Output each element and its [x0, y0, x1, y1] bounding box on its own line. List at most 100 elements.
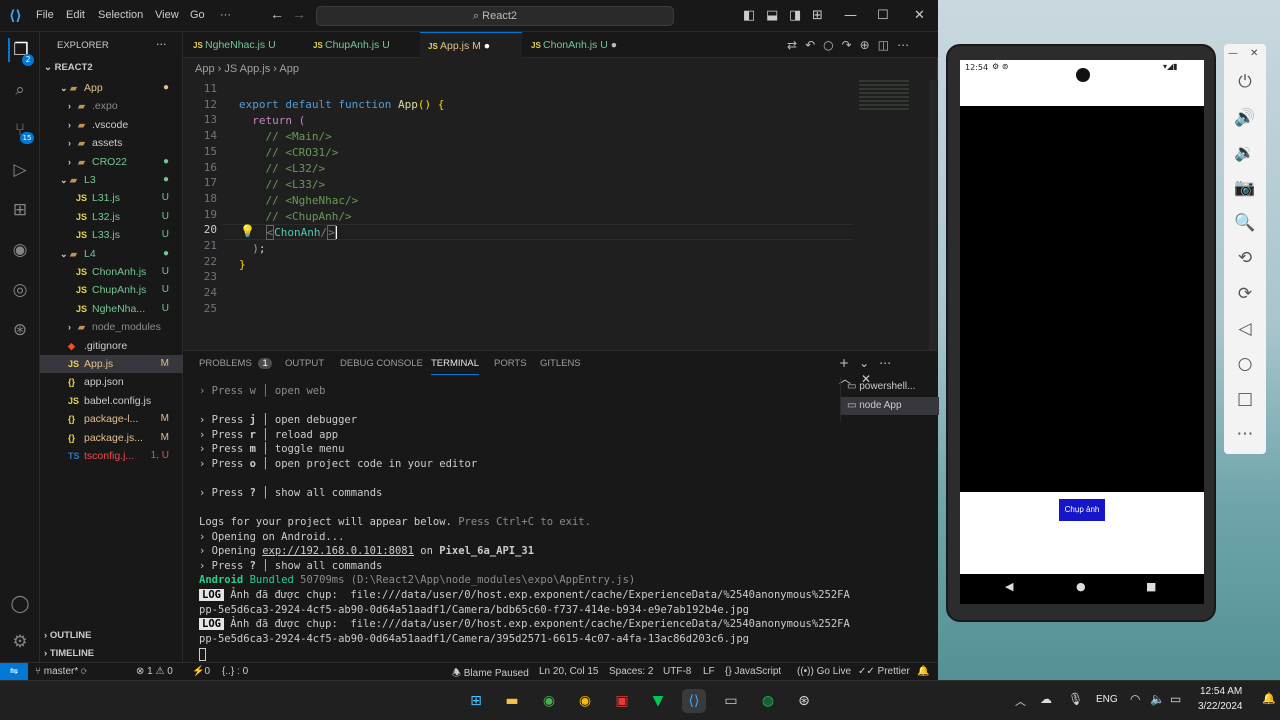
new-terminal-icon[interactable]: + [839, 356, 859, 370]
file-tree-item[interactable]: ▰ › .expo [40, 97, 183, 115]
toggle-secondary-sidebar-icon[interactable]: ◨ [789, 8, 801, 23]
end-of-line[interactable]: LF [703, 666, 715, 677]
chrome-icon[interactable]: ◉ [537, 689, 561, 713]
camera-icon[interactable]: 📷 [1224, 178, 1266, 198]
run-debug-icon[interactable]: ▷ [8, 158, 32, 182]
compare-icon[interactable]: ⇄ [787, 38, 805, 52]
dot-icon[interactable]: ○ [823, 38, 841, 52]
menu-edit[interactable]: Edit [66, 9, 85, 21]
settings-gear-icon[interactable]: ⚙ [8, 630, 32, 654]
file-tree-item[interactable]: {} app.json [40, 373, 183, 391]
volume-down-icon[interactable]: 🔉 [1224, 143, 1266, 163]
language-indicator[interactable]: ENG [1096, 694, 1118, 705]
cursor-position[interactable]: Ln 20, Col 15 [539, 666, 599, 677]
tray-chevron-icon[interactable]: ︿ [1015, 693, 1026, 709]
file-tree-item[interactable]: ▰ ⌄ L3 ● [40, 171, 183, 189]
ports-indicator[interactable]: ⚡0 [192, 666, 210, 677]
notifications-bell-icon[interactable]: 🔔 [917, 666, 929, 677]
language-mode[interactable]: {} JavaScript [725, 666, 781, 677]
power-icon[interactable]: ⏻ [1224, 72, 1266, 92]
breadcrumb-folder[interactable]: App [195, 63, 215, 75]
file-tree-item[interactable]: JS ChonAnh.js U [40, 263, 183, 281]
overview-icon[interactable]: □ [1224, 389, 1266, 409]
workspace-root[interactable]: ⌄ REACT2 [44, 62, 93, 73]
encoding[interactable]: UTF-8 [663, 666, 691, 677]
nav-back-icon[interactable]: ◀ [1005, 580, 1013, 593]
notification-bell-icon[interactable]: 🔔 [1262, 692, 1276, 705]
volume-up-icon[interactable]: 🔊 [1224, 108, 1266, 128]
tab-terminal[interactable]: TERMINAL [431, 358, 480, 375]
vscode-taskbar-icon[interactable]: ⟨⟩ [682, 689, 706, 713]
nav-home-icon[interactable]: ● [1076, 580, 1086, 593]
tab-debug-console[interactable]: DEBUG CONSOLE [340, 358, 423, 369]
chrome-profile-icon[interactable]: ◉ [573, 689, 597, 713]
branch-indicator[interactable]: ⑂ master* ⟳ [35, 666, 87, 677]
back-icon[interactable]: ◁ [1224, 319, 1266, 339]
explorer-more-button[interactable]: ··· [156, 38, 167, 51]
app-icon[interactable]: ▼ [646, 689, 670, 713]
menu-more[interactable]: ··· [220, 9, 231, 21]
file-tree-item[interactable]: JS L33.js U [40, 226, 183, 244]
github-icon[interactable]: ◉ [8, 238, 32, 262]
file-tree-item[interactable]: ▰ › node_modules [40, 318, 183, 336]
terminal-icon[interactable]: ▭ [719, 689, 743, 713]
tab-chupanh[interactable]: JS ChupAnh.js U [313, 32, 418, 58]
file-tree-item[interactable]: TS tsconfig.j... 1, U [40, 447, 183, 465]
tab-chonanh[interactable]: JS ChonAnh.js U ● [531, 32, 641, 58]
file-tree-item[interactable]: ◆ .gitignore [40, 337, 183, 355]
nav-recents-icon[interactable]: ■ [1146, 580, 1156, 593]
indentation[interactable]: Spaces: 2 [609, 666, 653, 677]
file-tree-item[interactable]: JS babel.config.js [40, 392, 183, 410]
wifi-icon[interactable]: ◠ [1130, 692, 1140, 706]
menu-file[interactable]: File [36, 9, 54, 21]
start-menu-icon[interactable]: ⊞ [464, 689, 488, 713]
onedrive-icon[interactable]: ☁ [1040, 692, 1052, 706]
menu-selection[interactable]: Selection [98, 9, 143, 21]
code-editor[interactable]: 11 12 13 14 15 16 17 18 19 20 21 22 23 24 25 export de… [183, 80, 938, 350]
tab-problems[interactable]: PROBLEMS 1 [199, 358, 272, 369]
file-tree-item[interactable]: ▰ › CRO22 ● [40, 153, 183, 171]
toggle-sidebar-icon[interactable]: ◧ [743, 8, 755, 23]
customize-layout-icon[interactable]: ⊞ [812, 8, 823, 23]
file-tree-item[interactable]: ▰ › .vscode [40, 116, 183, 134]
android-studio-icon[interactable]: ⊛ [792, 689, 816, 713]
minimize-button[interactable]: — [844, 8, 857, 23]
chevron-down-icon[interactable]: ⌄ [859, 356, 879, 370]
tab-output[interactable]: OUTPUT [285, 358, 324, 369]
garena-icon[interactable]: ▣ [610, 689, 634, 713]
terminal-list-item[interactable]: ▭ powershell... [847, 381, 915, 392]
tab-app[interactable]: JS App.js M ● [420, 32, 522, 58]
phone-screen[interactable]: 12:54 ⚙ ⊚ ▾◢▮ Chụp ảnh [960, 60, 1204, 574]
remote-indicator[interactable]: ⇋ [0, 663, 28, 681]
take-photo-button[interactable]: Chụp ảnh [1059, 499, 1105, 521]
emulator-minimize-button[interactable]: — [1228, 48, 1238, 59]
speaker-icon[interactable]: 🔈 [1150, 692, 1165, 706]
file-tree-item[interactable]: {} package.js... M [40, 429, 183, 447]
clock-date[interactable]: 3/22/2024 [1198, 701, 1243, 712]
tab-nghenhac[interactable]: JS NgheNhac.js U [193, 32, 303, 58]
back-arrow-icon[interactable]: ← [270, 6, 284, 22]
go-live-button[interactable]: ((•)) Go Live [797, 666, 851, 677]
clock-time[interactable]: 12:54 AM [1200, 686, 1242, 697]
file-tree-item[interactable]: ▰ › assets [40, 134, 183, 152]
minimap[interactable] [859, 80, 909, 110]
close-button[interactable]: ✕ [914, 8, 925, 23]
maximize-button[interactable]: ☐ [877, 8, 889, 23]
remote-explorer-icon[interactable]: ⊛ [8, 318, 32, 342]
rotate-left-icon[interactable]: ⟲ [1224, 248, 1266, 268]
previous-change-icon[interactable]: ↶ [805, 38, 823, 52]
timeline-section[interactable]: › TIMELINE [44, 648, 94, 659]
command-center-search[interactable]: ⌕ React2 [316, 6, 674, 26]
file-tree-item[interactable]: JS L32.js U [40, 208, 183, 226]
more-actions-icon[interactable]: ⋯ [897, 38, 917, 52]
file-tree-item[interactable]: ▰ ⌄ L4 ● [40, 245, 183, 263]
split-editor-icon[interactable]: ◫ [878, 38, 897, 52]
emulator-close-button[interactable]: ✕ [1250, 48, 1258, 59]
terminal-list-item[interactable]: ▭ node App [841, 397, 939, 415]
rotate-right-icon[interactable]: ⟳ [1224, 284, 1266, 304]
menu-go[interactable]: Go [190, 9, 205, 21]
extensions-icon[interactable]: ⊞ [8, 198, 32, 222]
menu-view[interactable]: View [155, 9, 179, 21]
search-icon[interactable]: ⌕ [8, 78, 32, 102]
tab-gitlens[interactable]: GITLENS [540, 358, 581, 369]
